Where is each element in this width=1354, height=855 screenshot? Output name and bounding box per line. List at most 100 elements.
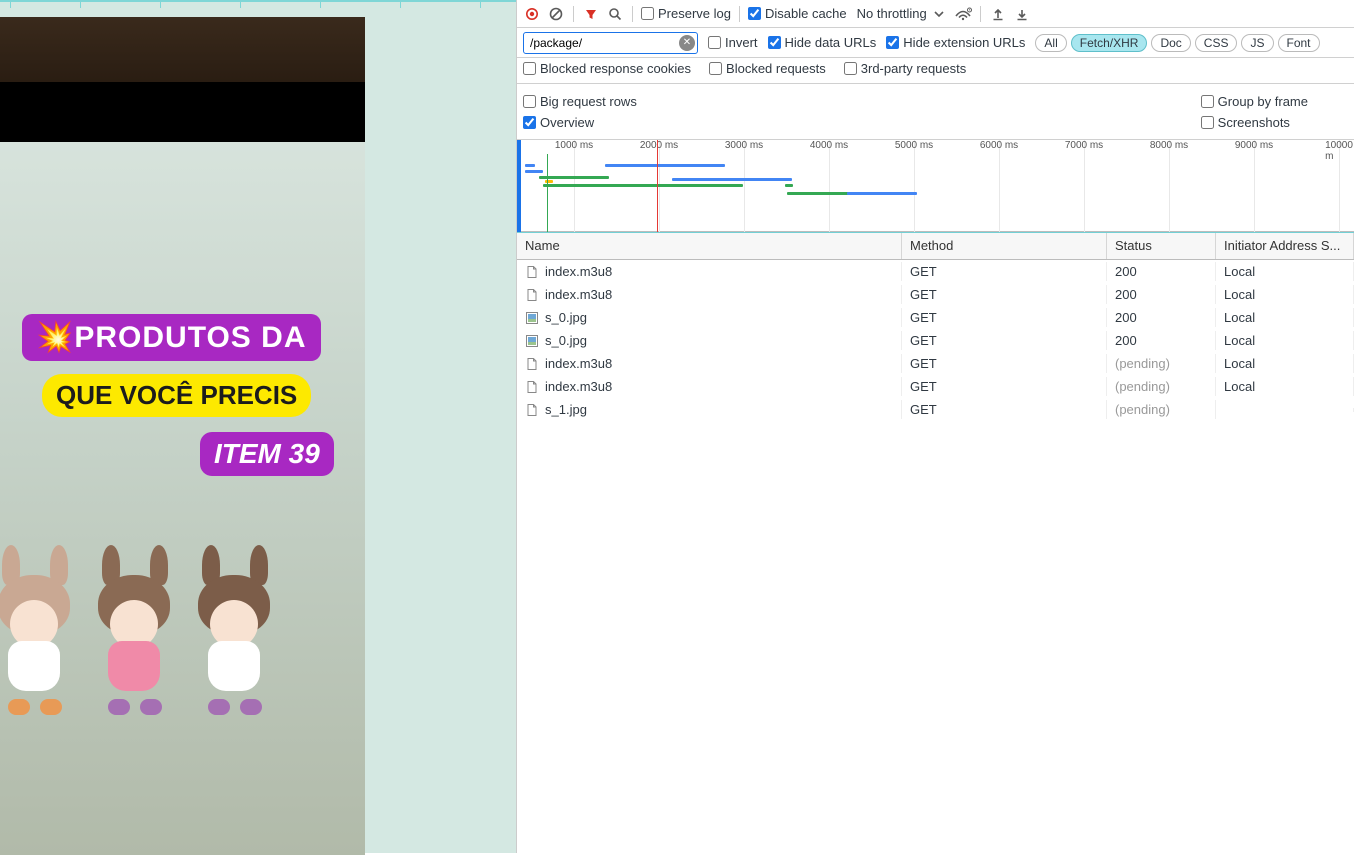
request-status: (pending) (1107, 354, 1216, 373)
disable-cache-checkbox[interactable]: Disable cache (748, 6, 847, 21)
request-status: 200 (1107, 262, 1216, 281)
request-method: GET (902, 308, 1107, 327)
third-party-label: 3rd-party requests (861, 61, 967, 76)
request-initiator: Local (1216, 262, 1354, 281)
network-conditions-icon[interactable] (954, 5, 972, 23)
request-method: GET (902, 331, 1107, 350)
third-party-checkbox[interactable]: 3rd-party requests (844, 61, 967, 76)
clear-filter-icon[interactable]: ✕ (679, 35, 695, 51)
request-name: index.m3u8 (545, 264, 612, 279)
column-method[interactable]: Method (902, 233, 1107, 259)
request-method: GET (902, 377, 1107, 396)
request-status: (pending) (1107, 400, 1216, 419)
pill-all[interactable]: All (1035, 34, 1066, 52)
blocked-cookies-label: Blocked response cookies (540, 61, 691, 76)
request-initiator: Local (1216, 308, 1354, 327)
request-row[interactable]: index.m3u8GET200Local (517, 283, 1354, 306)
image-file-icon (525, 334, 539, 348)
column-name[interactable]: Name (517, 233, 902, 259)
clear-icon[interactable] (547, 5, 565, 23)
timeline-tick: 4000 ms (810, 140, 848, 151)
search-icon[interactable] (606, 5, 624, 23)
request-name: s_0.jpg (545, 310, 587, 325)
invert-checkbox[interactable]: Invert (708, 35, 758, 50)
network-table-header: Name Method Status Initiator Address S..… (517, 232, 1354, 260)
network-filter-input[interactable] (523, 32, 698, 54)
preserve-log-label: Preserve log (658, 6, 731, 21)
request-method: GET (902, 262, 1107, 281)
timeline-tick: 9000 ms (1235, 140, 1273, 151)
blocked-cookies-checkbox[interactable]: Blocked response cookies (523, 61, 691, 76)
invert-label: Invert (725, 35, 758, 50)
network-settings-row: Big request rows Overview Group by frame… (517, 84, 1354, 140)
request-name: index.m3u8 (545, 287, 612, 302)
overview-checkbox[interactable]: Overview (523, 115, 637, 130)
network-timeline[interactable]: 1000 ms 2000 ms 3000 ms 4000 ms 5000 ms 6000 … (517, 140, 1354, 232)
big-request-rows-checkbox[interactable]: Big request rows (523, 94, 637, 109)
download-har-icon[interactable] (1013, 5, 1031, 23)
doll-figure (190, 545, 280, 715)
request-row[interactable]: index.m3u8GET(pending)Local (517, 375, 1354, 398)
doll-figure (90, 545, 180, 715)
request-row[interactable]: index.m3u8 GET200Local (517, 260, 1354, 283)
pill-css[interactable]: CSS (1195, 34, 1238, 52)
request-status: 200 (1107, 331, 1216, 350)
overview-label: Overview (540, 115, 594, 130)
throttling-label: No throttling (857, 6, 927, 21)
hide-data-label: Hide data URLs (785, 35, 877, 50)
pill-font[interactable]: Font (1278, 34, 1320, 52)
column-initiator[interactable]: Initiator Address S... (1216, 233, 1354, 259)
timeline-tick: 3000 ms (725, 140, 763, 151)
pill-doc[interactable]: Doc (1151, 34, 1190, 52)
request-name: s_0.jpg (545, 333, 587, 348)
hide-data-urls-checkbox[interactable]: Hide data URLs (768, 35, 877, 50)
pill-fetch-xhr[interactable]: Fetch/XHR (1071, 34, 1148, 52)
hide-extension-urls-checkbox[interactable]: Hide extension URLs (886, 35, 1025, 50)
group-by-frame-checkbox[interactable]: Group by frame (1201, 94, 1308, 109)
video-preview: 💥PRODUTOS DA QUE VOCÊ PRECIS ITEM 39 (0, 17, 365, 855)
filter-input-wrap: ✕ (523, 32, 698, 54)
preserve-log-checkbox[interactable]: Preserve log (641, 6, 731, 21)
disable-cache-label: Disable cache (765, 6, 847, 21)
document-file-icon (525, 380, 539, 394)
network-request-list: index.m3u8GET200Localindex.m3u8GET200Loc… (517, 260, 1354, 853)
image-file-icon (525, 311, 539, 325)
chevron-down-icon (934, 9, 944, 19)
throttling-select[interactable]: No throttling (853, 6, 949, 21)
request-initiator: Local (1216, 354, 1354, 373)
request-row[interactable]: s_0.jpg GET200Local (517, 306, 1354, 329)
timeline-tick: 5000 ms (895, 140, 933, 151)
overlay-text-1: 💥PRODUTOS DA (22, 314, 321, 361)
overlay-text-3: ITEM 39 (200, 432, 334, 476)
request-method: GET (902, 354, 1107, 373)
request-initiator (1216, 408, 1354, 412)
request-method: GET (902, 285, 1107, 304)
timeline-tick: 1000 ms (555, 140, 593, 151)
request-row[interactable]: index.m3u8 GET(pending)Local (517, 352, 1354, 375)
request-name: s_1.jpg (545, 402, 587, 417)
column-status[interactable]: Status (1107, 233, 1216, 259)
record-icon[interactable] (523, 5, 541, 23)
timeline-tick: 6000 ms (980, 140, 1018, 151)
request-row[interactable]: s_1.jpg GET(pending) (517, 398, 1354, 421)
filter-icon[interactable] (582, 5, 600, 23)
request-method: GET (902, 400, 1107, 419)
pill-js[interactable]: JS (1241, 34, 1273, 52)
network-filter-bar: ✕ Invert Hide data URLs Hide extension U… (517, 28, 1354, 58)
network-toolbar-main: Preserve log Disable cache No throttling (517, 0, 1354, 28)
request-name: index.m3u8 (545, 356, 612, 371)
network-filter-row3: Blocked response cookies Blocked request… (517, 58, 1354, 84)
document-file-icon (525, 357, 539, 371)
timeline-tick: 2000 ms (640, 140, 678, 151)
screenshots-checkbox[interactable]: Screenshots (1201, 115, 1308, 130)
upload-har-icon[interactable] (989, 5, 1007, 23)
document-file-icon (525, 265, 539, 279)
document-file-icon (525, 403, 539, 417)
doll-figure (0, 545, 80, 715)
request-status: 200 (1107, 308, 1216, 327)
request-status: (pending) (1107, 377, 1216, 396)
blocked-requests-checkbox[interactable]: Blocked requests (709, 61, 826, 76)
request-name: index.m3u8 (545, 379, 612, 394)
document-file-icon (525, 288, 539, 302)
request-row[interactable]: s_0.jpgGET200Local (517, 329, 1354, 352)
